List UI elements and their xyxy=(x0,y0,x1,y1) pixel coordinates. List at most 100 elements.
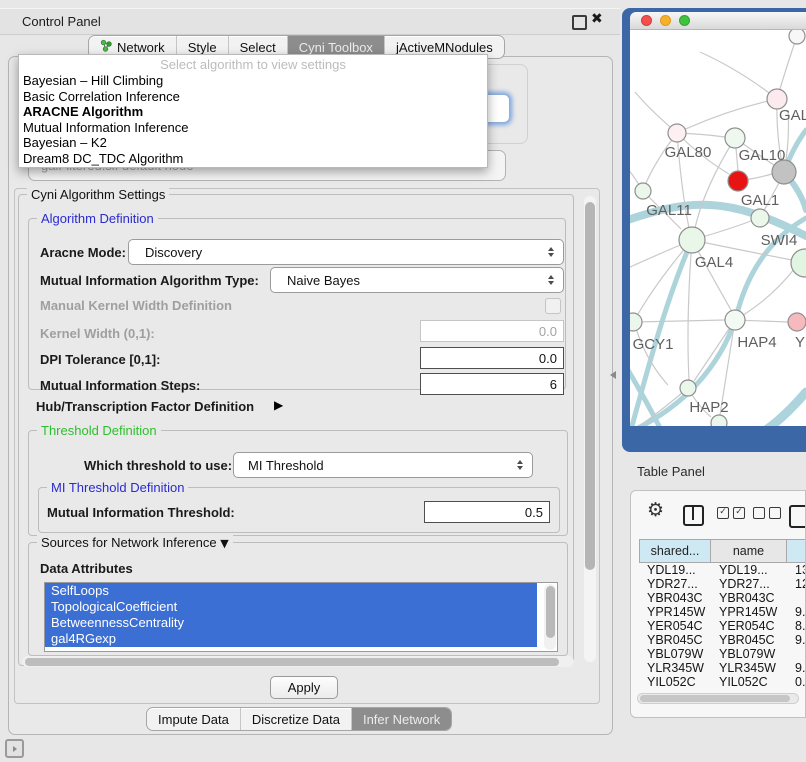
deselect-all-columns-icon[interactable] xyxy=(753,507,781,519)
column-header-a[interactable]: A xyxy=(787,539,806,563)
network-node-gcy1[interactable] xyxy=(630,313,642,331)
network-node-hap4[interactable] xyxy=(725,310,745,330)
close-icon[interactable]: ✖ xyxy=(591,11,603,27)
network-node[interactable] xyxy=(791,249,806,277)
attribute-item-gal4rgexp[interactable]: gal4RGexp xyxy=(45,631,537,647)
table-row[interactable]: YBR043CYBR043C xyxy=(639,591,806,605)
kernel-width-field[interactable]: 0.0 xyxy=(420,320,564,342)
attribute-item-selfloops[interactable]: SelfLoops xyxy=(45,583,537,599)
network-node-gal4[interactable] xyxy=(679,227,705,253)
sources-collapse-icon[interactable]: ▼ xyxy=(220,537,228,550)
tab-discretize-data[interactable]: Discretize Data xyxy=(241,708,352,730)
mi-steps-field[interactable]: 6 xyxy=(420,373,564,395)
network-node-y[interactable] xyxy=(788,313,806,331)
algorithm-option-basic-correlation-inference[interactable]: Basic Correlation Inference xyxy=(19,89,487,105)
network-canvas[interactable]: GALGAL80GAL10GAL1GAL11SWI4GAL4GCY1HAP4YH… xyxy=(630,30,806,426)
table-header: shared...nameA xyxy=(639,539,806,563)
table-row[interactable]: YIL052CYIL052C0. xyxy=(639,675,806,689)
node-label-gal80: GAL80 xyxy=(665,144,712,161)
sources-group-title: Sources for Network Inference ▼ xyxy=(37,535,233,551)
network-node-gal10[interactable] xyxy=(725,128,745,148)
column-header-shared[interactable]: shared... xyxy=(639,539,711,563)
settings-vertical-scrollbar[interactable] xyxy=(584,196,596,662)
table-row[interactable]: YDR27...YDR27...12 xyxy=(639,577,806,591)
table-row[interactable]: YBL079WYBL079W xyxy=(639,647,806,661)
table-icon[interactable] xyxy=(789,505,806,528)
network-node-gal[interactable] xyxy=(767,89,787,109)
table-row[interactable]: YBR045CYBR045C9. xyxy=(639,633,806,647)
table-horizontal-scrollbar[interactable] xyxy=(637,693,799,704)
network-node[interactable] xyxy=(789,30,805,44)
table-cell: YBR045C xyxy=(639,633,711,647)
zoom-traffic-light-icon[interactable] xyxy=(679,15,690,26)
mi-threshold-field[interactable]: 0.5 xyxy=(424,501,550,523)
table-cell: 9. xyxy=(787,605,806,619)
cyni-algorithm-settings-title: Cyni Algorithm Settings xyxy=(27,187,169,202)
algorithm-option-aracne-algorithm[interactable]: ARACNE Algorithm xyxy=(19,104,487,120)
splitter-collapse-icon[interactable] xyxy=(610,371,616,379)
table-row[interactable]: YLR345WYLR345W9. xyxy=(639,661,806,675)
select-all-columns-icon[interactable]: ✓✓ xyxy=(717,507,745,519)
tab-label: Style xyxy=(188,40,217,55)
columns-icon[interactable] xyxy=(683,505,704,526)
mi-algorithm-type-combo[interactable]: Naive Bayes xyxy=(270,267,564,293)
algorithm-option-mutual-information-inference[interactable]: Mutual Information Inference xyxy=(19,120,487,136)
table-row[interactable]: YPR145WYPR145W9. xyxy=(639,605,806,619)
network-node-gal11[interactable] xyxy=(635,183,651,199)
table-cell: YLR345W xyxy=(711,661,787,675)
screen: Control Panel ✖ NetworkStyleSelectCyni T… xyxy=(0,0,806,762)
network-icon xyxy=(100,39,112,55)
attribute-list-scrollbar[interactable] xyxy=(544,584,556,650)
network-node[interactable] xyxy=(772,160,796,184)
combo-spinner-icon xyxy=(548,275,563,285)
algorithm-option-bayesian-k2[interactable]: Bayesian – K2 xyxy=(19,135,487,151)
attribute-item-topologicalcoefficient[interactable]: TopologicalCoefficient xyxy=(45,599,537,615)
algorithm-option-dream8-dc-tdc-algorithm[interactable]: Dream8 DC_TDC Algorithm xyxy=(19,151,487,167)
table-cell: 0. xyxy=(787,675,806,689)
table-cell: YBR043C xyxy=(639,591,711,605)
network-node-hap2[interactable] xyxy=(680,380,696,396)
algorithm-dropdown-placeholder: Select algorithm to view settings xyxy=(19,57,487,73)
aracne-mode-label: Aracne Mode: xyxy=(40,245,126,260)
table-row[interactable]: YDL19...YDL19...13 xyxy=(639,563,806,577)
table-cell: YBL079W xyxy=(639,647,711,661)
column-header-name[interactable]: name xyxy=(711,539,787,563)
network-node-gal80[interactable] xyxy=(668,124,686,142)
table-cell: 8. xyxy=(787,619,806,633)
attribute-item-betweennesscentrality[interactable]: BetweennessCentrality xyxy=(45,615,537,631)
table-body: YDL19...YDL19...13YDR27...YDR27...12YBR0… xyxy=(639,563,806,689)
dpi-tolerance-field[interactable]: 0.0 xyxy=(420,347,564,369)
settings-horizontal-scrollbar[interactable] xyxy=(22,656,574,667)
table-row[interactable]: YER054CYER054C8. xyxy=(639,619,806,633)
tab-impute-data[interactable]: Impute Data xyxy=(147,708,241,730)
network-node[interactable] xyxy=(711,415,727,426)
table-cell: 9. xyxy=(787,633,806,647)
apply-button[interactable]: Apply xyxy=(270,676,338,699)
mi-algorithm-type-value: Naive Bayes xyxy=(271,273,360,288)
network-window-titlebar[interactable] xyxy=(630,12,806,30)
network-node-gal1[interactable] xyxy=(728,171,748,191)
manual-kernel-width-checkbox[interactable] xyxy=(545,298,561,314)
node-label-swi4: SWI4 xyxy=(761,232,798,249)
data-attributes-list[interactable]: SelfLoopsTopologicalCoefficientBetweenne… xyxy=(44,582,558,652)
network-node-swi4[interactable] xyxy=(751,209,769,227)
close-traffic-light-icon[interactable] xyxy=(641,15,652,26)
node-label-gal: GAL xyxy=(779,107,806,124)
expand-panel-button[interactable] xyxy=(5,739,24,758)
minimize-traffic-light-icon[interactable] xyxy=(660,15,671,26)
tab-infer-network[interactable]: Infer Network xyxy=(352,708,451,730)
settings-gear-icon[interactable]: ⚙ xyxy=(647,499,664,521)
hub-expander-icon[interactable]: ▶ xyxy=(274,398,283,412)
algorithm-option-bayesian-hill-climbing[interactable]: Bayesian – Hill Climbing xyxy=(19,73,487,89)
mi-algorithm-type-label: Mutual Information Algorithm Type: xyxy=(40,273,259,288)
which-threshold-value: MI Threshold xyxy=(234,458,324,473)
tab-label: Cyni Toolbox xyxy=(299,40,373,55)
aracne-mode-combo[interactable]: Discovery xyxy=(128,239,564,265)
table-cell xyxy=(787,647,806,661)
table-cell: YLR345W xyxy=(639,661,711,675)
float-window-button[interactable] xyxy=(572,15,587,30)
which-threshold-combo[interactable]: MI Threshold xyxy=(233,452,533,478)
data-attributes-label: Data Attributes xyxy=(40,561,133,576)
tab-label: Infer Network xyxy=(363,712,440,727)
table-cell: YER054C xyxy=(639,619,711,633)
